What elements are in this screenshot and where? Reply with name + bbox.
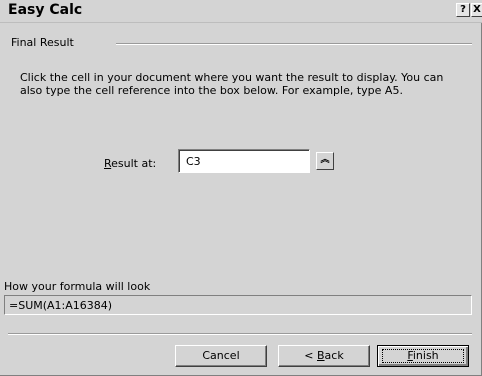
focus-rectangle [382,349,464,363]
section-title: Final Result [11,36,74,49]
result-at-label-text: esult at: [111,157,157,170]
cancel-button[interactable]: Cancel [175,345,267,367]
formula-preview-box: =SUM(A1:A16384) [4,295,472,315]
close-icon[interactable]: X [471,3,482,17]
easy-calc-dialog: Easy Calc ? X Final Result Click the cel… [0,0,482,376]
formula-preview-label: How your formula will look [4,280,151,293]
window-title: Easy Calc [8,2,83,18]
back-accelerator: B [317,349,325,362]
section-divider [116,43,472,45]
button-separator [8,333,472,335]
result-at-input[interactable]: C3 [178,149,310,173]
back-prefix: < [304,349,317,362]
double-chevron-up-icon: ︽ [320,155,330,165]
back-label-text: ack [324,349,344,362]
help-icon[interactable]: ? [456,3,470,17]
result-at-label: Result at: [104,157,156,170]
collapse-dialog-button[interactable]: ︽ [316,152,334,170]
title-bar: Easy Calc ? X [0,0,482,23]
back-button[interactable]: < Back [278,345,370,367]
instructions-text: Click the cell in your document where yo… [20,71,444,97]
finish-button[interactable]: Finish [377,345,469,367]
